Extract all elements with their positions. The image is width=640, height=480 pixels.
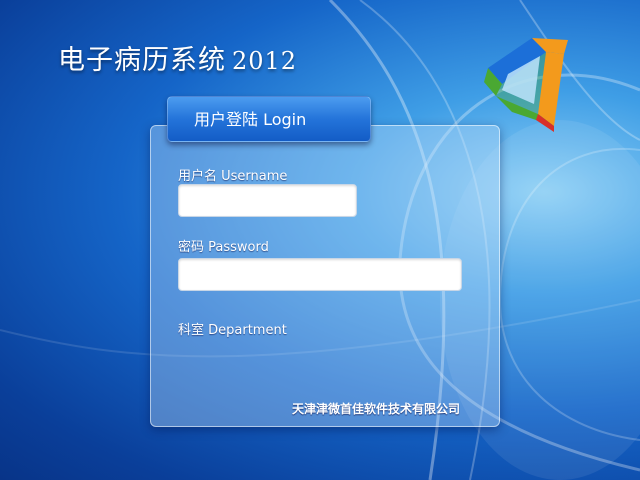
company-name: 天津津微首佳软件技术有限公司 — [292, 402, 461, 416]
app-title-text: 电子病历系统 — [58, 45, 226, 76]
app-title: 电子病历系统 2012 — [58, 38, 297, 77]
app-version: 2012 — [232, 47, 298, 75]
login-header-tab: 用户登陆 Login — [167, 96, 371, 142]
password-label: 密码 Password — [178, 240, 269, 255]
department-label: 科室 Department — [178, 323, 287, 338]
username-field[interactable] — [178, 184, 357, 217]
login-screen: { "app": { "title": "电子病历系统", "version":… — [0, 0, 640, 480]
3d-frame-logo-icon — [484, 38, 568, 132]
password-field[interactable] — [178, 258, 462, 291]
username-label: 用户名 Username — [178, 169, 288, 184]
